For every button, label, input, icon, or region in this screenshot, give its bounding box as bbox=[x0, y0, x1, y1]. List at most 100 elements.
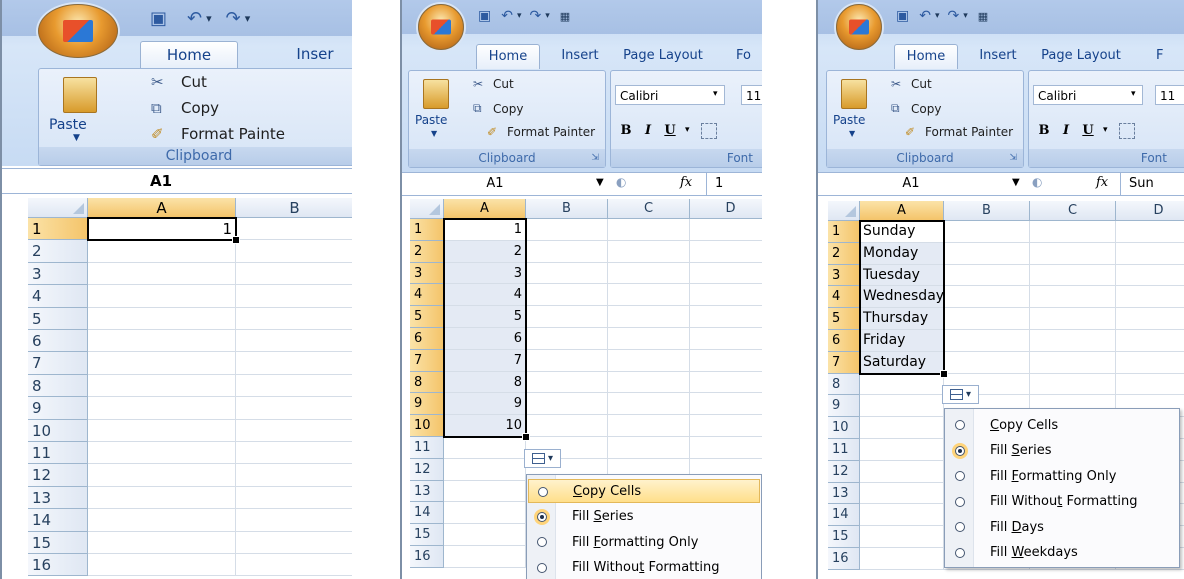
column-header-b[interactable]: B bbox=[236, 198, 352, 218]
row-header-10[interactable]: 10 bbox=[28, 419, 88, 442]
menu-item-fill-without-formatting[interactable]: Fill Without Formatting bbox=[946, 490, 1178, 514]
cell-d2[interactable] bbox=[1116, 243, 1184, 265]
undo-dropdown-icon[interactable]: ▾ bbox=[517, 11, 522, 21]
row-header-11[interactable]: 11 bbox=[410, 437, 444, 459]
office-button[interactable] bbox=[418, 4, 464, 50]
row-header-4[interactable]: 4 bbox=[410, 284, 444, 307]
font-size-select[interactable]: 11 bbox=[1155, 85, 1184, 105]
cell-d3[interactable] bbox=[1116, 265, 1184, 287]
row-header-9[interactable]: 9 bbox=[410, 393, 444, 416]
menu-item-fill-without-formatting[interactable]: Fill Without Formatting bbox=[528, 556, 760, 579]
cell-a2[interactable] bbox=[88, 240, 236, 263]
row-header-5[interactable]: 5 bbox=[28, 307, 88, 330]
cell-a13[interactable] bbox=[860, 482, 944, 505]
save-icon[interactable]: ▣ bbox=[150, 8, 167, 29]
cell-c6[interactable] bbox=[608, 328, 690, 350]
cell-b3[interactable] bbox=[526, 262, 608, 285]
cell-b2[interactable] bbox=[944, 242, 1030, 265]
row-header-3[interactable]: 3 bbox=[28, 262, 88, 286]
undo-icon[interactable]: ↶ bbox=[187, 8, 202, 29]
cell-c11[interactable] bbox=[608, 437, 690, 459]
column-header-a[interactable]: A bbox=[860, 201, 944, 221]
underline-dropdown-icon[interactable]: ▾ bbox=[685, 125, 690, 135]
cell-c8[interactable] bbox=[608, 371, 690, 394]
select-all-corner[interactable] bbox=[828, 201, 860, 221]
format-painter-button[interactable]: ✐ Format Painter bbox=[905, 125, 1013, 139]
menu-item-fill-series[interactable]: Fill Series bbox=[528, 505, 760, 529]
cell-b10[interactable] bbox=[236, 420, 352, 442]
cell-a6[interactable]: 6 bbox=[444, 328, 526, 350]
row-header-11[interactable]: 11 bbox=[828, 439, 860, 461]
undo-dropdown-icon[interactable]: ▾ bbox=[206, 12, 212, 25]
cell-a5[interactable]: Thursday bbox=[860, 308, 944, 330]
tab-formulas[interactable]: F bbox=[1156, 44, 1180, 68]
cell-d4[interactable] bbox=[690, 284, 762, 307]
row-header-5[interactable]: 5 bbox=[410, 306, 444, 328]
paste-icon[interactable] bbox=[423, 79, 449, 109]
cell-a7[interactable]: 7 bbox=[444, 349, 526, 372]
row-header-1[interactable]: 1 bbox=[410, 219, 444, 241]
cell-a4[interactable] bbox=[88, 285, 236, 308]
tab-page-layout[interactable]: Page Layout bbox=[614, 44, 712, 68]
bold-button[interactable]: B bbox=[617, 121, 635, 141]
tab-insert[interactable]: Inser bbox=[280, 41, 350, 67]
dialog-launcher-icon[interactable]: ⇲ bbox=[1009, 149, 1017, 167]
cell-b15[interactable] bbox=[236, 532, 352, 554]
row-header-2[interactable]: 2 bbox=[28, 240, 88, 263]
font-name-select[interactable]: Calibri bbox=[1033, 85, 1143, 105]
cell-b5[interactable] bbox=[944, 308, 1030, 330]
customize-icon[interactable]: ▦ bbox=[978, 10, 988, 23]
cell-d5[interactable] bbox=[1116, 308, 1184, 330]
row-header-10[interactable]: 10 bbox=[410, 415, 444, 437]
cell-b12[interactable] bbox=[236, 464, 352, 487]
cell-c1[interactable] bbox=[1030, 221, 1116, 243]
cut-button[interactable]: ✂ Cut bbox=[891, 77, 932, 91]
cell-a2[interactable]: 2 bbox=[444, 240, 526, 263]
cell-c7[interactable] bbox=[608, 349, 690, 372]
row-header-1[interactable]: 1 bbox=[28, 218, 88, 241]
cell-a7[interactable] bbox=[88, 352, 236, 375]
name-box-dropdown-icon[interactable]: ▼ bbox=[596, 177, 604, 188]
row-header-4[interactable]: 4 bbox=[828, 286, 860, 309]
cell-a12[interactable] bbox=[88, 464, 236, 487]
formula-input[interactable]: Sun bbox=[1120, 173, 1184, 195]
row-header-5[interactable]: 5 bbox=[828, 308, 860, 330]
italic-button[interactable]: I bbox=[1057, 121, 1075, 141]
cell-a15[interactable] bbox=[88, 531, 236, 554]
cell-b4[interactable] bbox=[526, 284, 608, 307]
name-box[interactable]: A1 bbox=[30, 169, 292, 193]
cell-a11[interactable] bbox=[88, 442, 236, 465]
cell-b1[interactable] bbox=[236, 218, 352, 241]
row-header-12[interactable]: 12 bbox=[28, 464, 88, 487]
row-header-16[interactable]: 16 bbox=[410, 546, 444, 568]
row-header-10[interactable]: 10 bbox=[828, 417, 860, 439]
cell-a16[interactable] bbox=[444, 546, 526, 568]
undo-icon[interactable]: ↶ bbox=[501, 8, 513, 24]
cell-d7[interactable] bbox=[1116, 352, 1184, 374]
formula-input[interactable]: 1 bbox=[706, 173, 762, 195]
fill-handle[interactable] bbox=[232, 236, 240, 245]
cell-d8[interactable] bbox=[690, 372, 762, 394]
row-header-9[interactable]: 9 bbox=[28, 397, 88, 420]
cell-a2[interactable]: Monday bbox=[860, 242, 944, 265]
redo-dropdown-icon[interactable]: ▾ bbox=[245, 12, 251, 25]
name-box-dropdown-icon[interactable]: ▼ bbox=[1012, 177, 1020, 188]
row-header-12[interactable]: 12 bbox=[410, 458, 444, 481]
cell-c4[interactable] bbox=[608, 284, 690, 307]
cell-a15[interactable] bbox=[860, 526, 944, 548]
row-header-14[interactable]: 14 bbox=[828, 504, 860, 527]
cell-a9[interactable] bbox=[860, 395, 944, 418]
column-header-b[interactable]: B bbox=[944, 201, 1030, 221]
cell-a11[interactable] bbox=[444, 437, 526, 459]
row-header-13[interactable]: 13 bbox=[410, 480, 444, 503]
cell-a7[interactable]: Saturday bbox=[860, 351, 944, 374]
font-size-select[interactable]: 11 bbox=[741, 85, 762, 105]
save-icon[interactable]: ▣ bbox=[896, 8, 909, 24]
dialog-launcher-icon[interactable]: ⇲ bbox=[591, 149, 599, 167]
fill-handle[interactable] bbox=[522, 433, 530, 441]
cell-b9[interactable] bbox=[236, 397, 352, 420]
column-header-b[interactable]: B bbox=[526, 199, 608, 219]
row-header-7[interactable]: 7 bbox=[410, 349, 444, 372]
save-icon[interactable]: ▣ bbox=[478, 8, 491, 24]
menu-item-fill-formatting-only[interactable]: Fill Formatting Only bbox=[528, 530, 760, 554]
